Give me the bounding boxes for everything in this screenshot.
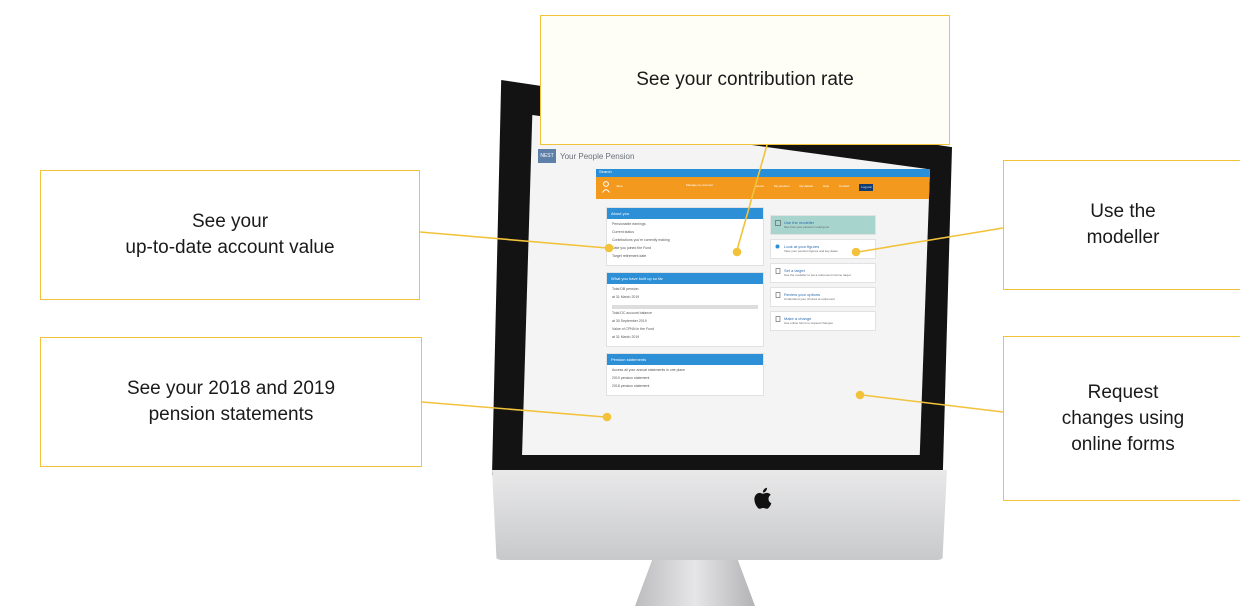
nav-item-contact[interactable]: Contact (839, 184, 849, 191)
built-up-row: at 31 March 2019 (612, 335, 640, 339)
callout-pension-statements-text: See your 2018 and 2019 pension statement… (126, 378, 336, 425)
callout-pension-statements: See your 2018 and 2019 pension statement… (40, 337, 422, 467)
card-options-text: Understand your choices at retirement (784, 297, 835, 301)
site-header: NEST Your People Pension (538, 145, 634, 167)
built-up-row: Value of CPNN in the Fund (612, 327, 654, 331)
panel-pension-statements: Pension statements Access all your annua… (606, 353, 764, 396)
callout-online-forms-text: Request changes using online forms (1061, 381, 1185, 455)
list-icon (775, 292, 781, 298)
card-make-change[interactable]: Make a change Use online forms to reques… (770, 311, 876, 331)
nav-item-logout[interactable]: Log out (859, 184, 874, 191)
panel-statements-header: Pension statements (607, 354, 763, 365)
card-make-change-text: Use online forms to request changes (784, 321, 833, 325)
callout-online-forms: Request changes using online forms (1003, 336, 1240, 501)
card-options[interactable]: Review your options Understand your choi… (770, 287, 876, 307)
nav-item-home[interactable]: Home (756, 184, 764, 191)
built-up-row: Total DB pension (612, 287, 639, 291)
about-row: Contributions you're currently making (612, 238, 670, 242)
callout-contribution-rate-text: See your contribution rate (636, 69, 854, 90)
about-row: Target retirement date (612, 254, 647, 258)
panel-about-you: About you Pensionable earnings Current s… (606, 207, 764, 266)
panel-about-you-header: About you (607, 208, 763, 219)
about-row: Pensionable earnings (612, 222, 646, 226)
callout-modeller-text: Use the modeller (1086, 201, 1160, 248)
right-column: Use the modeller See how your pension co… (770, 215, 876, 335)
member-account-link[interactable]: Manage my account (686, 183, 713, 188)
left-column: About you Pensionable earnings Current s… (606, 207, 764, 402)
imac-chin (492, 470, 947, 560)
document-icon (775, 268, 781, 274)
member-name: Jane (616, 184, 623, 188)
callout-modeller: Use the modeller (1003, 160, 1240, 290)
statement-link-2019[interactable]: 2019 pension statement (612, 376, 758, 384)
member-avatar-icon (602, 181, 610, 193)
card-target-text: Use the modeller to set a retirement inc… (784, 273, 851, 277)
built-up-row: at 30 September 2019 (612, 319, 647, 323)
site-nav-menu: Home My pension My details Help Contact … (756, 184, 874, 191)
site-nav-bar: Jane Manage my account Home My pension M… (596, 177, 930, 199)
statements-intro: Access all your annual statements in one… (612, 368, 685, 372)
about-row: Current status (612, 230, 634, 234)
built-up-row: at 31 March 2019 (612, 295, 640, 299)
site-logo[interactable]: NEST (538, 149, 556, 163)
callout-account-value: See your up-to-date account value (40, 170, 420, 300)
nav-item-my-pension[interactable]: My pension (774, 184, 789, 191)
imac-screen: NEST Your People Pension Contact us Priv… (522, 115, 930, 455)
about-row: Date you joined the Fund (612, 246, 652, 250)
site-search-bar[interactable]: Search (596, 169, 930, 177)
apple-logo-icon (754, 487, 772, 509)
panel-built-up-header: What you have built up so far (607, 273, 763, 284)
statement-link-2018[interactable]: 2018 pension statement (612, 384, 758, 392)
magnifier-icon (775, 244, 780, 249)
card-modeller-text: See how your pension could grow (784, 225, 830, 229)
callout-contribution-rate: See your contribution rate (540, 15, 950, 145)
nav-item-my-details[interactable]: My details (799, 184, 813, 191)
callout-account-value-text: See your up-to-date account value (125, 211, 335, 258)
card-target[interactable]: Set a target Use the modeller to set a r… (770, 263, 876, 283)
card-figures[interactable]: Look at your figures View your pension f… (770, 239, 876, 259)
form-icon (775, 316, 781, 322)
card-modeller[interactable]: Use the modeller See how your pension co… (770, 215, 876, 235)
panel-built-up: What you have built up so far Total DB p… (606, 272, 764, 347)
site-title: Your People Pension (560, 151, 635, 161)
nav-item-help[interactable]: Help (823, 184, 829, 191)
calculator-icon (775, 220, 781, 226)
site-search-label: Search (599, 169, 612, 174)
built-up-divider (612, 305, 758, 309)
built-up-row: Total DC account balance (612, 311, 652, 315)
card-figures-text: View your pension figures and key dates (784, 249, 838, 253)
